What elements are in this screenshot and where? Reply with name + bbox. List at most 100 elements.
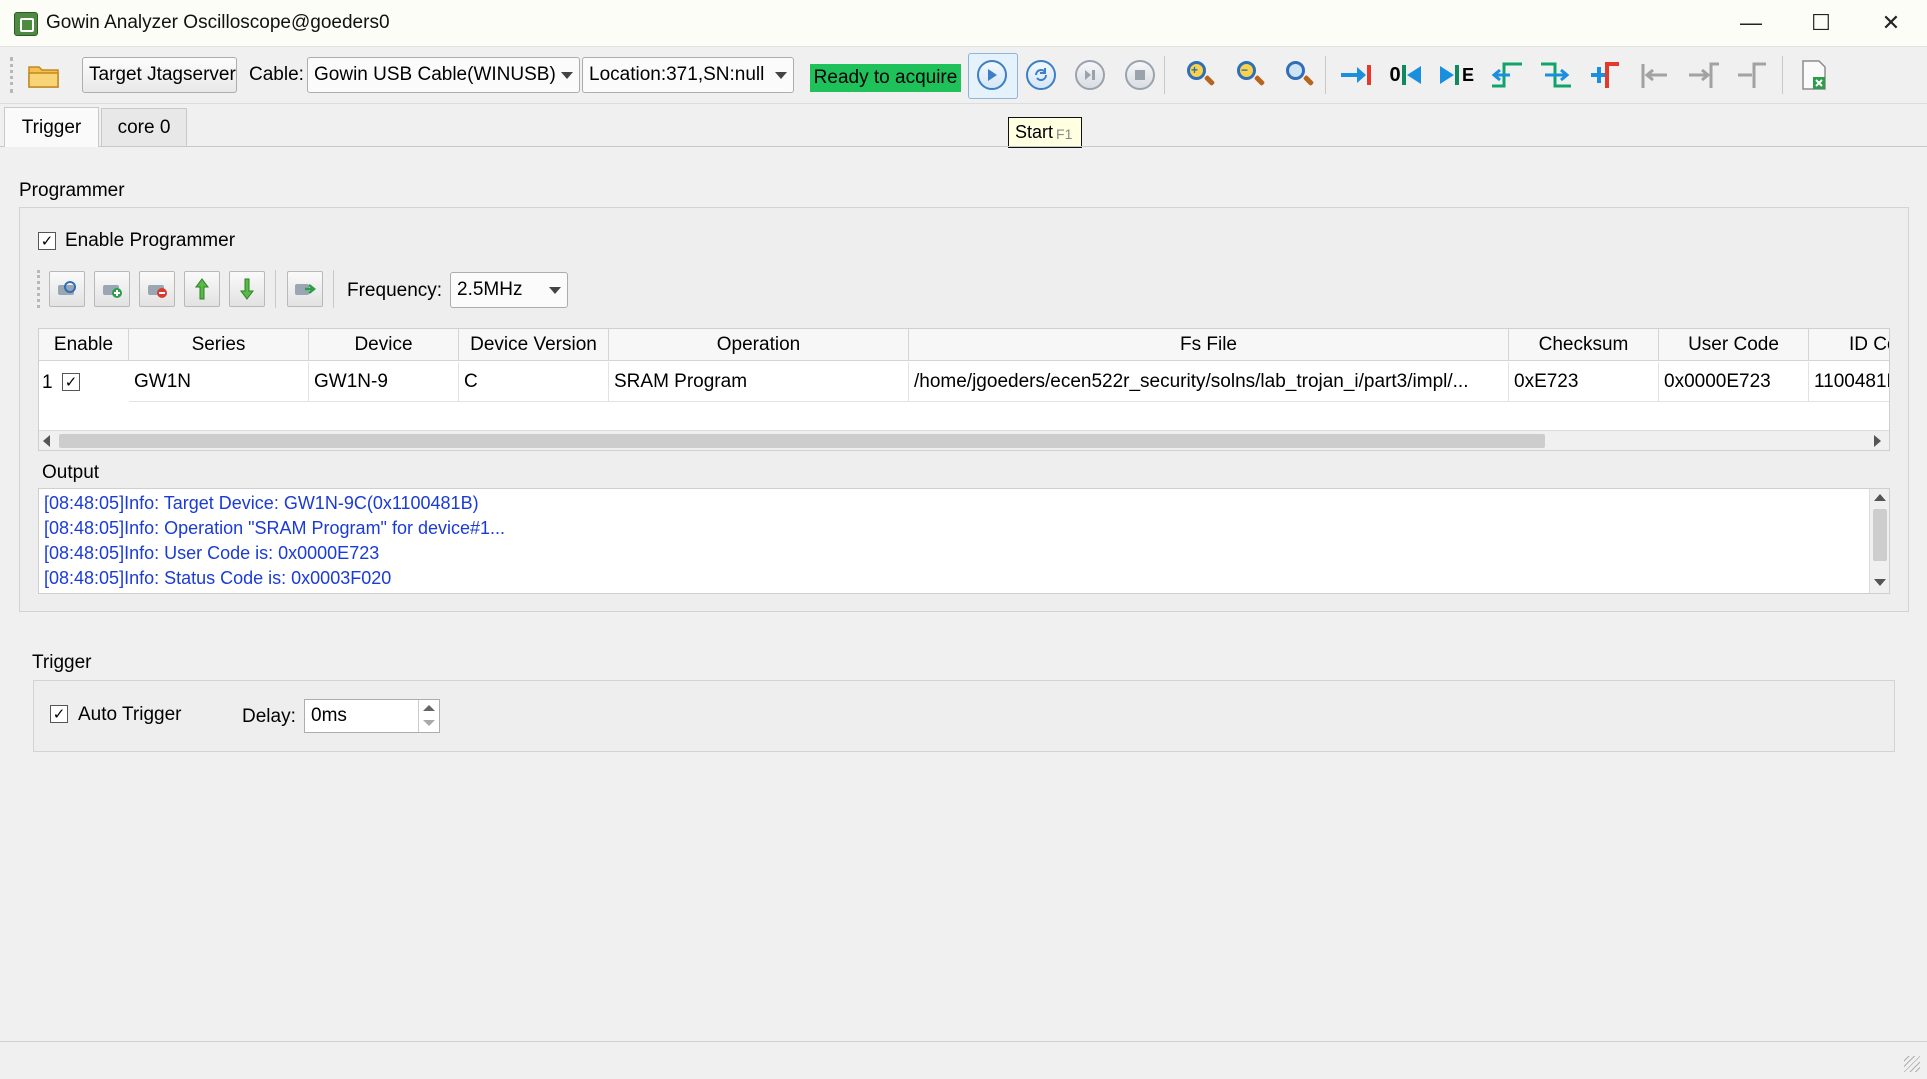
add-device-icon[interactable] xyxy=(94,271,130,307)
column-header-operation[interactable]: Operation xyxy=(609,329,909,361)
spin-down-icon[interactable] xyxy=(423,720,435,726)
marker-right-icon[interactable] xyxy=(1686,57,1722,93)
tab-core-0[interactable]: core 0 xyxy=(101,108,187,146)
location-select[interactable]: Location:371,SN:null xyxy=(582,57,794,93)
move-down-icon[interactable] xyxy=(229,271,265,307)
cell-fs-file: /home/jgoeders/ecen522r_security/solns/l… xyxy=(909,362,1509,402)
tooltip-shortcut: F1 xyxy=(1056,125,1073,142)
column-header-series[interactable]: Series xyxy=(129,329,309,361)
row-number: 1 xyxy=(42,372,53,393)
marker-remove-icon[interactable] xyxy=(1735,57,1771,93)
stop-at-icon[interactable] xyxy=(1072,57,1108,93)
next-edge-icon[interactable] xyxy=(1538,57,1574,93)
goto-zero-icon[interactable]: 0 xyxy=(1388,57,1424,93)
delay-spin-buttons[interactable] xyxy=(418,700,440,732)
enable-programmer-checkbox[interactable]: ✓ xyxy=(38,232,56,250)
start-tooltip: Start F1 xyxy=(1008,117,1082,148)
stop-icon[interactable] xyxy=(1122,57,1158,93)
minimize-button[interactable]: — xyxy=(1716,0,1786,46)
programmer-table: Enable Series Device Device Version Oper… xyxy=(38,328,1890,451)
cell-series: GW1N xyxy=(129,362,309,402)
toolbar-separator xyxy=(1164,56,1165,94)
frequency-select-value: 2.5MHz xyxy=(457,279,523,300)
scroll-right-icon[interactable] xyxy=(1874,435,1881,447)
chevron-down-icon xyxy=(561,71,573,79)
goto-trigger-icon[interactable] xyxy=(1338,57,1374,93)
log-line: [08:48:05]Info: User Code is: 0x0000E723 xyxy=(44,543,380,563)
output-title: Output xyxy=(42,462,100,483)
marker-left-icon[interactable] xyxy=(1638,57,1674,93)
output-log[interactable]: [08:48:05]Info: Target Device: GW1N-9C(0… xyxy=(38,488,1890,594)
maximize-button[interactable]: ☐ xyxy=(1786,0,1856,46)
toolbar-separator xyxy=(1325,56,1326,94)
column-header-id-code[interactable]: ID Co xyxy=(1809,329,1889,361)
status-bar xyxy=(0,1041,1927,1079)
add-marker-icon[interactable] xyxy=(1588,57,1624,93)
tab-trigger[interactable]: Trigger xyxy=(4,107,99,147)
scroll-left-icon[interactable] xyxy=(43,435,50,447)
window-title: Gowin Analyzer Oscilloscope@goeders0 xyxy=(46,12,390,33)
target-jtagserver-button[interactable]: Target Jtagserver xyxy=(82,57,237,93)
program-device-icon[interactable] xyxy=(287,271,323,307)
table-row[interactable]: 1 ✓ GW1N GW1N-9 C SRAM Program /home/jgo… xyxy=(39,362,1889,402)
remove-device-icon[interactable] xyxy=(139,271,175,307)
vertical-scroll-thumb[interactable] xyxy=(1873,509,1887,561)
horizontal-scrollbar[interactable] xyxy=(39,430,1889,450)
goto-end-icon[interactable]: E xyxy=(1438,57,1474,93)
cell-device: GW1N-9 xyxy=(309,362,459,402)
cell-user-code: 0x0000E723 xyxy=(1659,362,1809,402)
row-enable-checkbox[interactable]: ✓ xyxy=(62,373,80,391)
zoom-in-icon[interactable]: + xyxy=(1182,57,1218,93)
prev-edge-icon[interactable] xyxy=(1489,57,1525,93)
zoom-out-icon[interactable]: − xyxy=(1232,57,1268,93)
end-marker-text: E xyxy=(1461,65,1474,85)
cell-id-code: 1100481B xyxy=(1809,362,1889,402)
column-header-fs-file[interactable]: Fs File xyxy=(909,329,1509,361)
tab-bar-line xyxy=(0,146,1927,147)
spin-up-icon[interactable] xyxy=(423,705,435,711)
column-header-user-code[interactable]: User Code xyxy=(1659,329,1809,361)
enable-programmer-label: Enable Programmer xyxy=(65,230,236,251)
delay-label: Delay: xyxy=(242,706,296,727)
scroll-up-icon[interactable] xyxy=(1874,494,1886,501)
title-bar: Gowin Analyzer Oscilloscope@goeders0 — ☐… xyxy=(0,0,1927,47)
zero-marker-text: 0 xyxy=(1389,64,1401,86)
export-icon[interactable] xyxy=(1796,57,1832,93)
toolbar-separator xyxy=(333,270,334,308)
location-select-value: Location:371,SN:null xyxy=(589,64,765,85)
log-line: [08:48:05]Info: Target Device: GW1N-9C(0… xyxy=(44,493,479,513)
folder-icon[interactable] xyxy=(26,57,62,93)
close-button[interactable]: ✕ xyxy=(1856,0,1926,46)
cell-operation: SRAM Program xyxy=(609,362,909,402)
chevron-down-icon xyxy=(549,286,561,294)
tooltip-text: Start xyxy=(1015,122,1054,142)
column-header-device[interactable]: Device xyxy=(309,329,459,361)
toolbar-separator xyxy=(275,270,276,308)
scroll-down-icon[interactable] xyxy=(1874,579,1886,586)
toolbar-grip xyxy=(10,57,19,93)
programmer-group-title: Programmer xyxy=(19,180,125,201)
frequency-label: Frequency: xyxy=(347,280,443,301)
column-header-enable[interactable]: Enable xyxy=(39,329,129,361)
cable-label: Cable: xyxy=(249,64,304,85)
cable-select[interactable]: Gowin USB Cable(WINUSB) xyxy=(307,57,580,93)
horizontal-scroll-thumb[interactable] xyxy=(59,434,1545,448)
cable-select-value: Gowin USB Cable(WINUSB) xyxy=(314,64,556,85)
start-icon[interactable] xyxy=(974,57,1010,93)
cell-checksum: 0xE723 xyxy=(1509,362,1659,402)
resize-grip-icon[interactable] xyxy=(1904,1056,1920,1072)
frequency-select[interactable]: 2.5MHz xyxy=(450,272,568,308)
auto-trigger-checkbox[interactable]: ✓ xyxy=(50,705,68,723)
log-line: [08:48:05]Info: Status Code is: 0x0003F0… xyxy=(44,568,392,588)
app-icon xyxy=(14,12,38,36)
column-header-device-version[interactable]: Device Version xyxy=(459,329,609,361)
vertical-scrollbar[interactable] xyxy=(1869,489,1889,593)
chevron-down-icon xyxy=(775,71,787,79)
toolbar-separator xyxy=(1782,56,1783,94)
column-header-checksum[interactable]: Checksum xyxy=(1509,329,1659,361)
move-up-icon[interactable] xyxy=(184,271,220,307)
cell-device-version: C xyxy=(459,362,609,402)
scan-device-icon[interactable] xyxy=(49,271,85,307)
refresh-icon[interactable] xyxy=(1023,57,1059,93)
zoom-fit-icon[interactable] xyxy=(1281,57,1317,93)
